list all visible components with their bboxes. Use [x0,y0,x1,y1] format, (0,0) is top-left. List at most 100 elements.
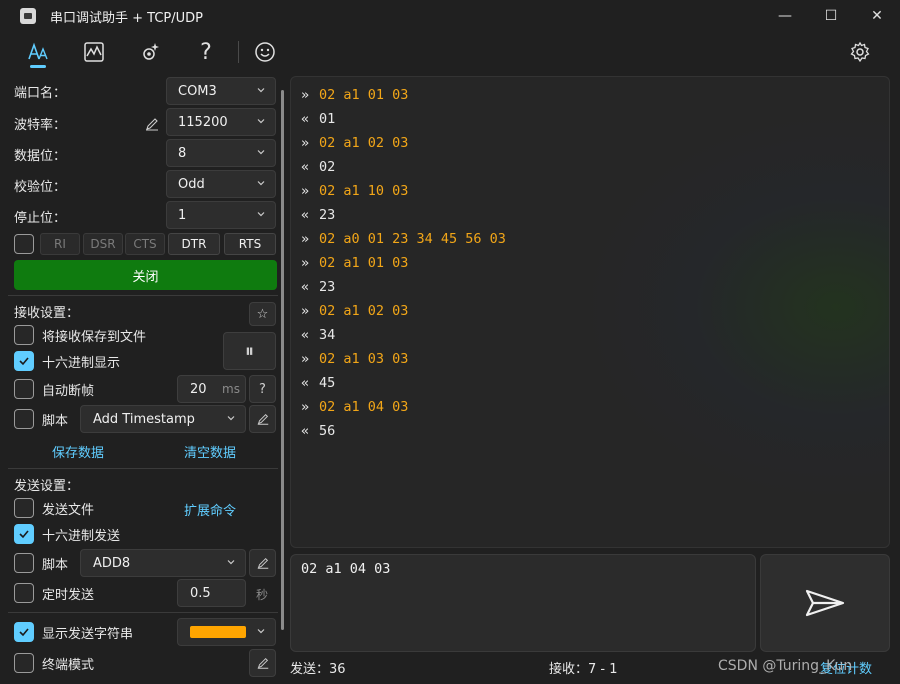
terminal-mode-checkbox[interactable] [14,653,34,673]
pin-ri: RI [40,233,80,255]
received-log-line: « 45 [301,375,335,391]
maximize-icon: ☐ [824,8,838,24]
app-icon [20,8,36,24]
port-select[interactable]: COM3 [166,77,276,105]
show-send-string-checkbox[interactable] [14,622,34,642]
auto-frame-input[interactable]: 20 ms [177,375,246,403]
auto-frame-label: 自动断帧 [42,383,95,399]
extended-command-link[interactable]: 扩展命令 [184,500,236,519]
edit-send-script-button[interactable] [249,549,276,577]
sent-arrow-icon: » [301,351,310,367]
hex-display-label: 十六进制显示 [42,355,121,371]
edit-pen-icon[interactable] [144,116,160,132]
chevron-down-icon [257,181,265,186]
sent-arrow-icon: » [301,303,310,319]
close-icon: ✕ [871,8,883,24]
received-arrow-icon: « [301,159,310,175]
hex-display-checkbox[interactable] [14,351,34,371]
hex-send-label: 十六进制发送 [42,528,121,544]
timed-send-checkbox[interactable] [14,583,34,603]
terminal-edit-button[interactable] [249,649,276,677]
send-button[interactable] [760,554,890,652]
log-text: 56 [319,423,336,439]
help-button[interactable]: ? [249,375,276,403]
favorite-button[interactable]: ☆ [249,302,276,326]
edit-script-button[interactable] [249,405,276,433]
window-title: 串口调试助手 + TCP/UDP [50,10,203,26]
pins-checkbox[interactable] [14,234,34,254]
chart-icon[interactable] [76,34,112,70]
send-script-select[interactable]: ADD8 [80,549,246,577]
show-send-string-label: 显示发送字符串 [42,626,134,642]
log-text: 23 [319,207,336,223]
help-icon: ? [259,381,266,397]
smiley-icon[interactable] [247,34,283,70]
toolbar-divider [238,41,239,63]
receive-log[interactable]: » 02 a1 01 03 « 01 » 02 a1 02 03 « 02 » 02 a1 10 … [290,76,890,548]
parity-select[interactable]: Odd [166,170,276,198]
clear-data-link[interactable]: 清空数据 [184,442,236,461]
log-text: 02 a1 04 03 [319,399,409,415]
sent-log-line: » 02 a1 04 03 [301,399,408,415]
log-text: 34 [319,327,336,343]
settings-icon[interactable] [842,34,878,70]
save-data-link[interactable]: 保存数据 [52,442,104,461]
seconds-unit: 秒 [256,588,269,602]
send-script-checkbox[interactable] [14,553,34,573]
sent-log-line: » 02 a1 02 03 [301,303,408,319]
hex-send-checkbox[interactable] [14,524,34,544]
receive-script-checkbox[interactable] [14,409,34,429]
font-icon[interactable] [20,34,56,70]
received-log-line: « 23 [301,207,335,223]
sent-arrow-icon: » [301,399,310,415]
log-text: 02 [319,159,336,175]
help-icon[interactable]: ? [188,34,224,70]
received-arrow-icon: « [301,327,310,343]
received-log-line: « 23 [301,279,335,295]
settings-scrollbar[interactable] [281,90,284,630]
close-window-button[interactable]: ✕ [854,0,900,32]
received-arrow-icon: « [301,207,310,223]
pause-button[interactable]: ⏸ [223,332,276,370]
sent-arrow-icon: » [301,255,310,271]
sent-log-line: » 02 a1 10 03 [301,183,408,199]
save-to-file-label: 将接收保存到文件 [42,329,147,345]
maximize-button[interactable]: ☐ [808,0,854,32]
timed-send-input[interactable]: 0.5 [177,579,246,607]
star-icon: ☆ [256,306,269,322]
send-file-checkbox[interactable] [14,498,34,518]
databits-select[interactable]: 8 [166,139,276,167]
auto-frame-checkbox[interactable] [14,379,34,399]
close-port-button[interactable]: 关闭 [14,260,277,290]
send-input[interactable]: 02 a1 04 03 [290,554,756,652]
chevron-down-icon [227,560,235,565]
watermark: CSDN @Turing_Kun [718,658,853,674]
divider [8,295,278,296]
log-text: 02 a1 03 03 [319,351,409,367]
minimize-button[interactable]: — [762,0,808,32]
pin-dtr-button[interactable]: DTR [168,233,220,255]
log-text: 02 a1 10 03 [319,183,409,199]
pin-dsr: DSR [83,233,123,255]
stopbits-select[interactable]: 1 [166,201,276,229]
checkmark-icon [19,357,29,366]
send-settings-header: 发送设置： [14,479,80,494]
pause-icon: ⏸ [245,340,254,362]
save-to-file-checkbox[interactable] [14,325,34,345]
received-arrow-icon: « [301,111,310,127]
baud-select[interactable]: 115200 [166,108,276,136]
divider [8,612,278,613]
receive-script-select[interactable]: Add Timestamp [80,405,246,433]
gear-sparkle-icon[interactable] [132,34,168,70]
pin-rts-button[interactable]: RTS [224,233,276,255]
edit-pen-icon [257,657,268,669]
received-log-line: « 02 [301,159,335,175]
sent-log-line: » 02 a1 01 03 [301,87,408,103]
send-color-select[interactable] [177,618,276,646]
sent-log-line: » 02 a0 01 23 34 45 56 03 [301,231,506,247]
send-icon [805,589,845,617]
toolbar: ? [0,32,900,72]
sent-log-line: » 02 a1 03 03 [301,351,408,367]
send-script-label: 脚本 [42,557,69,573]
port-label: 端口名： [14,86,67,101]
